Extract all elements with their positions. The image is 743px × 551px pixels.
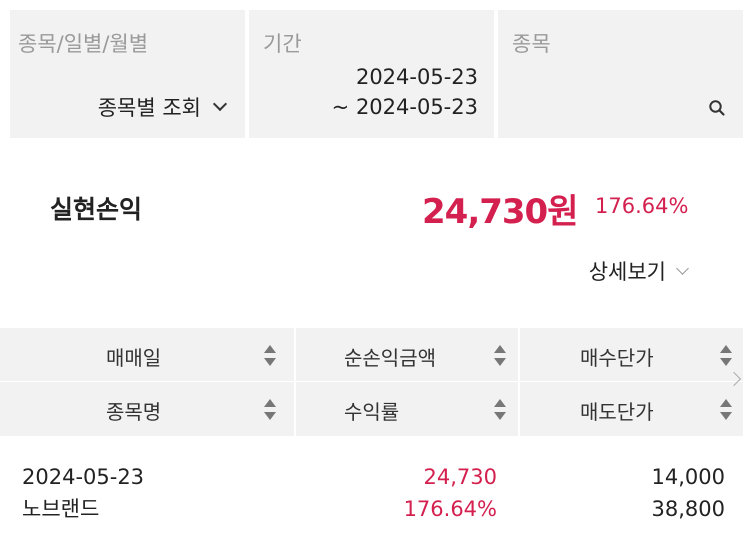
header-label: 매도단가 — [580, 400, 654, 424]
summary-amount: 24,730원 — [422, 192, 578, 232]
sort-icon — [494, 345, 506, 367]
trade-date: 2024-05-23 — [22, 465, 145, 489]
table-row[interactable]: 2024-05-23 노브랜드 24,730 176.64% 14,000 38… — [0, 462, 743, 528]
sort-stock-name[interactable]: 종목명 — [0, 382, 290, 436]
sort-icon — [720, 345, 732, 367]
sort-trade-date[interactable]: 매매일 — [0, 328, 290, 382]
detail-view-label: 상세보기 — [588, 260, 666, 284]
net-profit: 24,730 — [423, 465, 497, 489]
buy-price: 14,000 — [651, 465, 725, 489]
header-row-1: 매매일 순손익금액 매수단가 — [0, 328, 743, 382]
sell-price: 38,800 — [651, 497, 725, 521]
type-select[interactable]: 종목별 조회 — [97, 92, 228, 122]
return-rate: 176.64% — [403, 497, 497, 521]
detail-view-button[interactable]: 상세보기 — [588, 256, 689, 286]
header-label: 순손익금액 — [344, 346, 436, 370]
date-end: ~ 2024-05-23 — [331, 95, 478, 119]
chevron-down-icon — [212, 96, 228, 112]
stock-filter-label: 종목 — [512, 32, 551, 56]
sort-icon — [264, 399, 276, 421]
type-select-value: 종목별 조회 — [97, 96, 201, 120]
summary-rate: 176.64% — [595, 194, 689, 218]
search-icon[interactable] — [707, 98, 727, 118]
header-label: 종목명 — [106, 400, 162, 424]
summary-label: 실현손익 — [50, 195, 143, 224]
sort-sell-price[interactable]: 매도단가 — [518, 382, 743, 436]
sort-return-rate[interactable]: 수익률 — [294, 382, 514, 436]
header-label: 매매일 — [106, 346, 162, 370]
type-filter[interactable]: 종목/일별/월별 종목별 조회 — [10, 10, 245, 138]
sort-icon — [264, 345, 276, 367]
sort-buy-price[interactable]: 매수단가 — [518, 328, 743, 382]
sort-icon — [494, 399, 506, 421]
date-range[interactable]: 2024-05-23 ~ 2024-05-23 — [332, 62, 478, 122]
table-header: 매매일 순손익금액 매수단가 종목명 수익률 매도단가 — [0, 328, 743, 436]
stock-filter[interactable]: 종목 — [498, 10, 743, 138]
type-filter-label: 종목/일별/월별 — [18, 32, 149, 56]
period-filter[interactable]: 기간 2024-05-23 ~ 2024-05-23 — [249, 10, 494, 138]
header-label: 매수단가 — [580, 346, 654, 370]
header-row-2: 종목명 수익률 매도단가 — [0, 382, 743, 436]
filter-bar: 종목/일별/월별 종목별 조회 기간 2024-05-23 ~ 2024-05-… — [10, 10, 743, 138]
date-start: 2024-05-23 — [355, 65, 478, 89]
profit-summary: 실현손익 24,730원 176.64% — [0, 170, 743, 240]
stock-name: 노브랜드 — [22, 497, 100, 521]
sort-net-profit[interactable]: 순손익금액 — [294, 328, 514, 382]
period-filter-label: 기간 — [263, 32, 302, 56]
chevron-down-icon — [676, 261, 689, 275]
sort-icon — [720, 399, 732, 421]
header-label: 수익률 — [344, 400, 400, 424]
